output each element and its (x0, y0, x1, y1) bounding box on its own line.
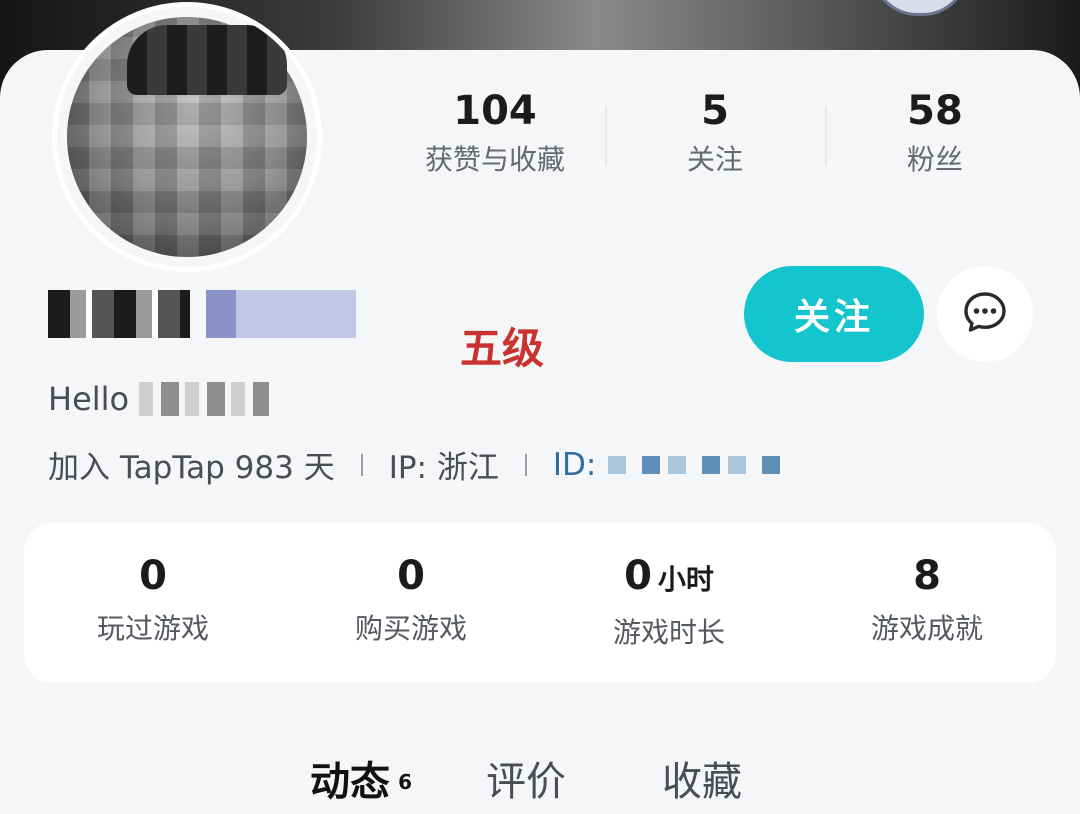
game-stat-label: 玩过游戏 (96, 612, 209, 645)
banner-badge (872, 0, 968, 16)
profile-card: 104 获赞与收藏 5 关注 58 粉丝 五级 关注 Hello 加入 TapT… (0, 2, 1080, 814)
game-stat-playtime[interactable]: 0 小时 游戏时长 (540, 523, 798, 683)
game-stat-value: 0 (397, 553, 425, 599)
user-bio: Hello (48, 380, 270, 418)
game-stat-achievements[interactable]: 8 游戏成就 (798, 523, 1056, 683)
chat-bubble-icon (961, 288, 1009, 340)
avatar-image (67, 17, 307, 257)
tab-label: 评价 (486, 759, 566, 805)
active-tab-indicator (312, 804, 396, 814)
username-redacted (48, 290, 190, 338)
level-annotation: 五级 (460, 324, 545, 373)
user-id-label[interactable]: ID: (553, 447, 596, 483)
join-days: 加入 TapTap 983 天 (48, 450, 335, 486)
tab-reviews[interactable]: 评价 (486, 754, 566, 810)
avatar-hair (127, 25, 287, 95)
game-stats-panel: 0 玩过游戏 0 购买游戏 0 小时 游戏时长 8 游戏成就 (24, 523, 1056, 683)
profile-stats: 104 获赞与收藏 5 关注 58 粉丝 (385, 88, 1045, 188)
tab-label: 动态 (310, 759, 390, 805)
game-stat-label: 游戏成就 (870, 612, 983, 645)
stat-label: 获赞与收藏 (424, 143, 565, 176)
bio-text: Hello (48, 380, 130, 418)
tab-favorites[interactable]: 收藏 (662, 754, 742, 810)
stat-following[interactable]: 5 关注 (605, 88, 825, 188)
stat-value: 58 (907, 88, 963, 134)
avatar[interactable] (52, 2, 322, 272)
stat-value: 5 (701, 88, 729, 134)
profile-tabs: 动态 6 评价 收藏 (310, 740, 838, 814)
tab-label: 收藏 (662, 759, 742, 805)
stat-followers[interactable]: 58 粉丝 (825, 88, 1045, 188)
follow-button[interactable]: 关注 (744, 266, 924, 362)
username-row (48, 290, 368, 340)
stat-label: 粉丝 (906, 143, 963, 176)
divider (524, 453, 527, 476)
game-stat-value: 0 (139, 553, 167, 599)
divider (360, 453, 363, 476)
game-stat-label: 购买游戏 (354, 612, 467, 645)
ip-location: IP: 浙江 (388, 450, 499, 486)
game-stat-value: 0 (624, 553, 652, 599)
bio-redacted (139, 382, 270, 416)
message-button[interactable] (937, 266, 1033, 362)
tab-count-badge: 6 (398, 770, 412, 794)
user-badge-redacted[interactable] (206, 290, 356, 338)
user-meta: 加入 TapTap 983 天 IP: 浙江 ID: (48, 442, 789, 487)
game-stat-label: 游戏时长 (612, 616, 725, 649)
stat-label: 关注 (686, 143, 743, 176)
game-stat-purchased[interactable]: 0 购买游戏 (282, 523, 540, 683)
game-stat-played[interactable]: 0 玩过游戏 (24, 523, 282, 683)
game-stat-value: 8 (913, 553, 941, 599)
tab-posts[interactable]: 动态 6 (310, 754, 412, 814)
stat-likes[interactable]: 104 获赞与收藏 (385, 88, 605, 188)
stat-value: 104 (453, 88, 537, 134)
user-id-redacted[interactable] (608, 455, 789, 474)
game-stat-unit: 小时 (657, 563, 714, 596)
